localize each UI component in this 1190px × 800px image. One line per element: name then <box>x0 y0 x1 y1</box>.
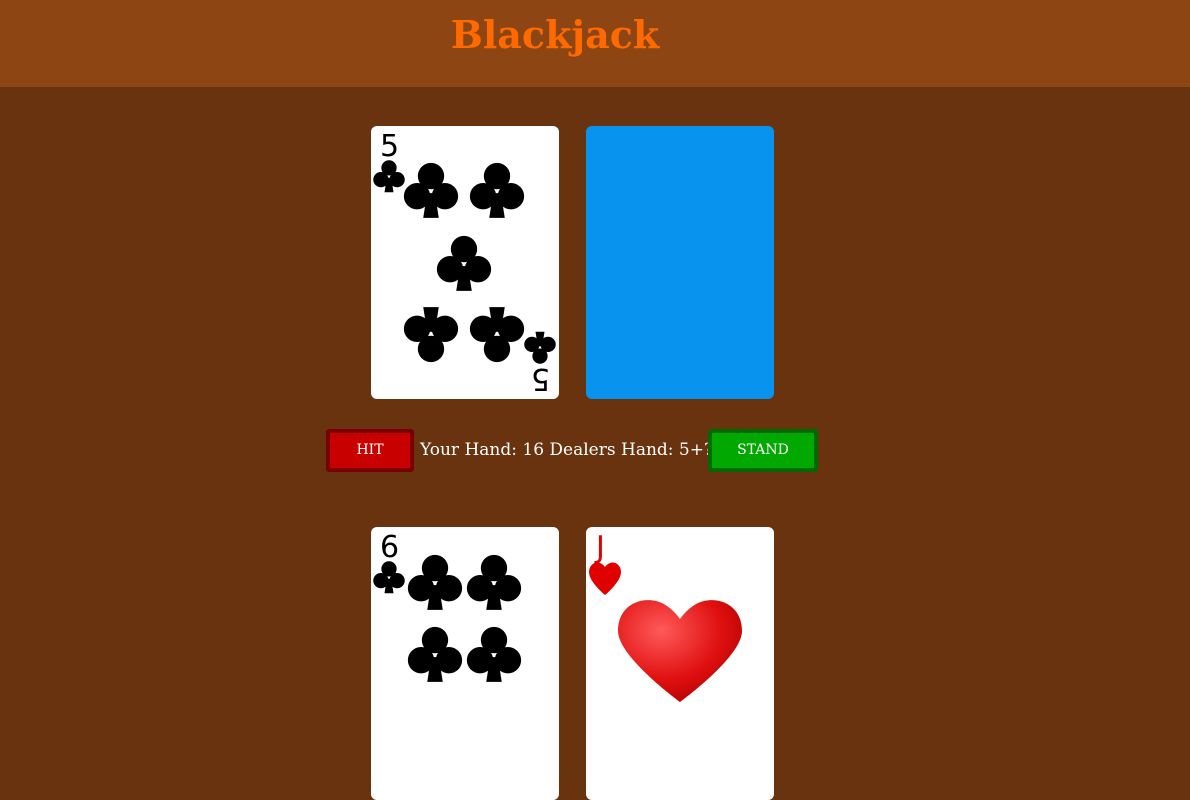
card-rank-top: J <box>594 530 605 565</box>
card-rank-bottom: 5 <box>531 361 550 396</box>
player-card-six-of-clubs: 6 <box>371 527 559 800</box>
club-icon <box>466 554 522 610</box>
club-icon <box>436 235 492 291</box>
hand-status: Your Hand: 16 Dealers Hand: 5+? <box>420 440 714 460</box>
heart-icon <box>589 562 621 595</box>
card-rank-top: 6 <box>380 530 399 565</box>
club-icon <box>466 626 522 682</box>
hit-button[interactable]: HIT <box>326 429 414 472</box>
club-icon <box>403 307 459 363</box>
heart-icon <box>618 600 742 702</box>
club-icon <box>407 626 463 682</box>
dealer-card-five-of-clubs: 5 5 <box>371 126 559 399</box>
club-icon <box>469 162 525 218</box>
club-icon <box>469 307 525 363</box>
stand-button[interactable]: STAND <box>708 429 818 472</box>
club-icon <box>373 561 405 594</box>
page-title: Blackjack <box>450 12 660 57</box>
header-bar: Blackjack <box>0 0 1190 87</box>
card-rank-top: 5 <box>380 129 399 164</box>
club-icon <box>407 554 463 610</box>
club-icon <box>403 162 459 218</box>
player-card-jack-of-hearts: J <box>586 527 774 800</box>
club-icon <box>373 160 405 193</box>
dealer-hidden-card <box>586 126 774 399</box>
club-icon <box>524 331 556 364</box>
